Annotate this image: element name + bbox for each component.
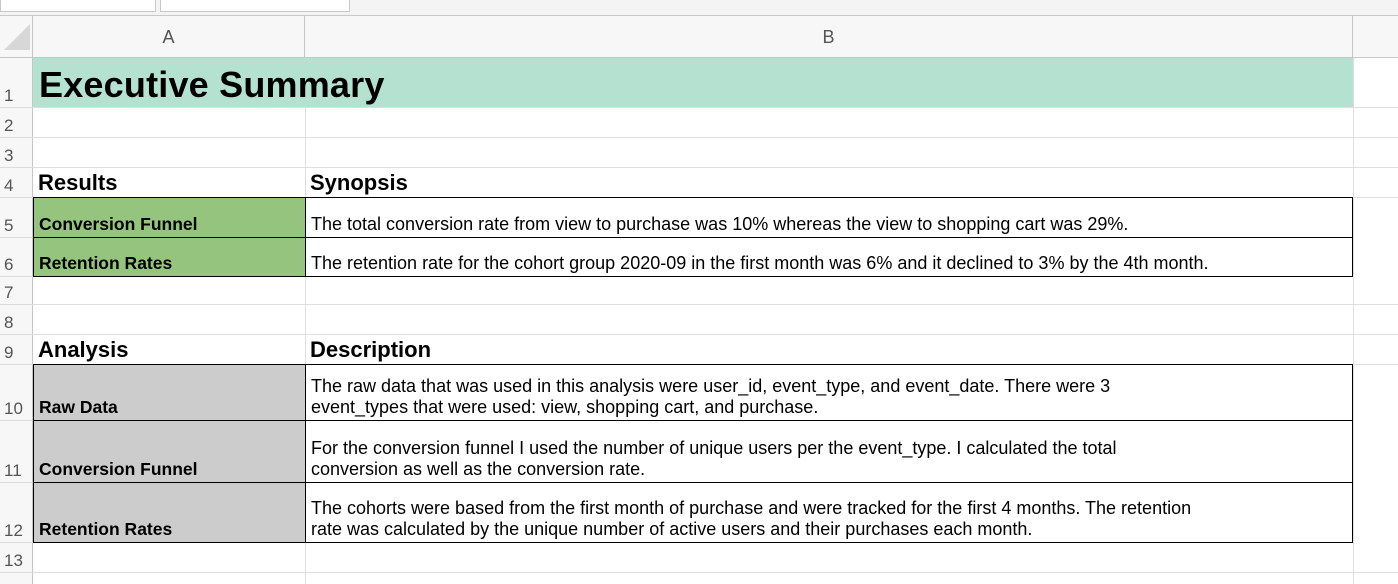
- results-text-retention-rates[interactable]: The retention rate for the cohort group …: [305, 237, 1353, 277]
- results-label-conversion-funnel[interactable]: Conversion Funnel: [33, 197, 306, 238]
- analysis-text-raw-data[interactable]: The raw data that was used in this analy…: [305, 364, 1353, 421]
- row-header[interactable]: 3: [0, 138, 33, 168]
- results-header[interactable]: Results: [33, 168, 305, 198]
- select-all-corner[interactable]: [0, 16, 33, 57]
- results-label-retention-rates[interactable]: Retention Rates: [33, 237, 306, 277]
- row-header[interactable]: 11: [0, 421, 33, 483]
- row-header[interactable]: 10: [0, 365, 33, 421]
- analysis-text-line: The raw data that was used in this analy…: [311, 376, 1111, 396]
- analysis-header[interactable]: Analysis: [33, 335, 305, 365]
- column-header-b[interactable]: B: [305, 16, 1353, 57]
- row-header[interactable]: 13: [0, 543, 33, 573]
- row-header[interactable]: 6: [0, 238, 33, 277]
- sheet-tab[interactable]: [0, 0, 156, 12]
- analysis-label-conversion-funnel[interactable]: Conversion Funnel: [33, 420, 306, 483]
- analysis-text-retention-rates[interactable]: The cohorts were based from the first mo…: [305, 482, 1353, 543]
- row-header-bar: 1 2 3 4 5 6 7 8 9 10 11 12 13: [0, 58, 33, 584]
- sheet-tab[interactable]: [160, 0, 350, 12]
- analysis-text-line: conversion as well as the conversion rat…: [311, 459, 646, 479]
- column-header-a[interactable]: A: [33, 16, 305, 57]
- sheet-grid[interactable]: Executive Summary Results Synopsis Conve…: [33, 58, 1398, 584]
- row-header[interactable]: 7: [0, 277, 33, 305]
- row-header[interactable]: 1: [0, 58, 33, 108]
- synopsis-header[interactable]: Synopsis: [305, 168, 1353, 198]
- row-header[interactable]: 4: [0, 168, 33, 198]
- analysis-text-line: event_types that were used: view, shoppi…: [311, 397, 819, 417]
- column-header-bar: A B: [0, 16, 1398, 58]
- results-text-conversion-funnel[interactable]: The total conversion rate from view to p…: [305, 197, 1353, 238]
- analysis-text-line: For the conversion funnel I used the num…: [311, 438, 1117, 458]
- title-band[interactable]: Executive Summary: [33, 58, 1353, 107]
- row-header[interactable]: 9: [0, 335, 33, 365]
- sheet-tab-strip: [0, 0, 1398, 16]
- row-header[interactable]: 5: [0, 198, 33, 238]
- row-header[interactable]: 12: [0, 483, 33, 543]
- analysis-text-line: The cohorts were based from the first mo…: [311, 498, 1192, 518]
- analysis-text-conversion-funnel[interactable]: For the conversion funnel I used the num…: [305, 420, 1353, 483]
- description-header[interactable]: Description: [305, 335, 1353, 365]
- analysis-label-retention-rates[interactable]: Retention Rates: [33, 482, 306, 543]
- sheet-title: Executive Summary: [39, 64, 385, 105]
- analysis-label-raw-data[interactable]: Raw Data: [33, 364, 306, 421]
- row-header[interactable]: 8: [0, 305, 33, 335]
- analysis-text-line: rate was calculated by the unique number…: [311, 519, 1033, 539]
- row-header[interactable]: 2: [0, 108, 33, 138]
